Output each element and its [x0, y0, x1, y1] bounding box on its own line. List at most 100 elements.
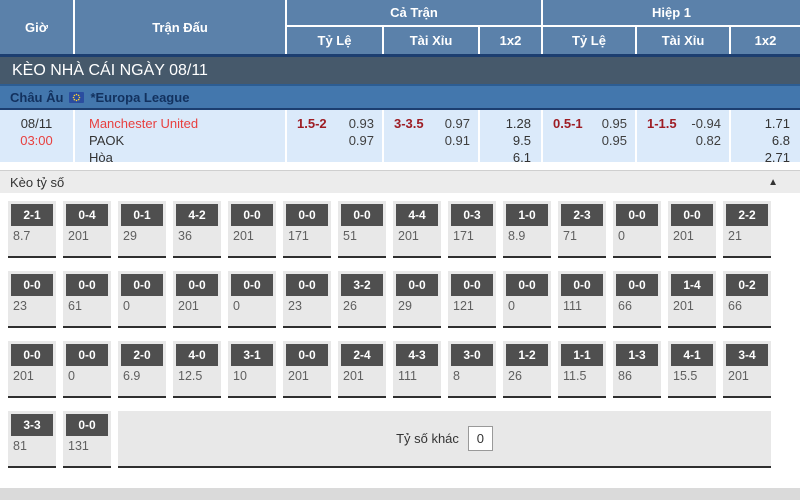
score-cell[interactable]: 0-0 171: [283, 201, 331, 258]
score-chip: 0-0: [341, 204, 383, 226]
score-odds: 201: [673, 299, 716, 313]
subcol-handicap-firsthalf: Tỷ Lệ: [543, 27, 637, 54]
score-odds: 201: [68, 229, 111, 243]
score-odds: 11.5: [563, 369, 606, 383]
score-odds: 0: [68, 369, 111, 383]
score-chip: 0-0: [11, 274, 53, 296]
score-cell[interactable]: 0-0 0: [63, 341, 111, 398]
score-cell[interactable]: 1-1 11.5: [558, 341, 606, 398]
score-chip: 0-0: [451, 274, 493, 296]
score-cell[interactable]: 4-0 12.5: [173, 341, 221, 398]
score-cell[interactable]: 0-0 0: [228, 271, 276, 328]
score-cell[interactable]: 0-0 121: [448, 271, 496, 328]
score-odds: 8: [453, 369, 496, 383]
score-cell[interactable]: 0-0 131: [63, 411, 111, 468]
score-chip: 1-4: [671, 274, 713, 296]
score-odds: 201: [398, 229, 441, 243]
score-odds: 81: [13, 439, 56, 453]
score-odds: 23: [288, 299, 331, 313]
score-cell[interactable]: 0-1 29: [118, 201, 166, 258]
score-cell[interactable]: 4-2 36: [173, 201, 221, 258]
score-cell[interactable]: 0-0 66: [613, 271, 661, 328]
score-cell[interactable]: 3-2 26: [338, 271, 386, 328]
app-root: { "table_header": { "time": "Giờ", "matc…: [0, 0, 800, 500]
score-cell[interactable]: 4-4 201: [393, 201, 441, 258]
score-cell[interactable]: 4-1 15.5: [668, 341, 716, 398]
score-odds: 201: [233, 229, 276, 243]
group-firsthalf-header: Hiệp 1: [543, 0, 800, 27]
firsthalf-over-odds[interactable]: -0.94: [691, 115, 721, 132]
fulltime-1x2-away[interactable]: 9.5: [480, 132, 531, 149]
score-odds: 171: [288, 229, 331, 243]
fulltime-1x2-home[interactable]: 1.28: [480, 115, 531, 132]
score-cell[interactable]: 0-0 23: [283, 271, 331, 328]
score-cell[interactable]: 0-3 171: [448, 201, 496, 258]
score-cell[interactable]: 0-0 61: [63, 271, 111, 328]
collapse-arrow-icon[interactable]: ▲: [768, 177, 778, 188]
fulltime-1x2-draw[interactable]: 6.1: [480, 149, 531, 166]
score-chip: 1-3: [616, 344, 658, 366]
score-cell[interactable]: 0-0 201: [228, 201, 276, 258]
score-cell[interactable]: 2-3 71: [558, 201, 606, 258]
score-odds: 111: [563, 299, 606, 313]
score-cell[interactable]: 3-4 201: [723, 341, 771, 398]
firsthalf-1x2-away[interactable]: 6.8: [731, 132, 790, 149]
score-chip: 0-0: [66, 344, 108, 366]
score-odds: 201: [728, 369, 771, 383]
score-cell[interactable]: 3-3 81: [8, 411, 56, 468]
fulltime-over-odds[interactable]: 0.97: [445, 115, 470, 132]
score-odds: 201: [673, 229, 716, 243]
score-cell[interactable]: 1-0 8.9: [503, 201, 551, 258]
score-chip: 4-2: [176, 204, 218, 226]
page-title: KÈO NHÀ CÁI NGÀY 08/11: [0, 57, 800, 86]
score-cell[interactable]: 1-2 26: [503, 341, 551, 398]
score-cell[interactable]: 3-1 10: [228, 341, 276, 398]
score-cell[interactable]: 0-0 0: [503, 271, 551, 328]
score-cell[interactable]: 0-0 0: [118, 271, 166, 328]
fulltime-under-odds[interactable]: 0.91: [445, 132, 470, 149]
score-cell[interactable]: 2-0 6.9: [118, 341, 166, 398]
score-odds: 86: [618, 369, 661, 383]
score-cell[interactable]: 0-0 201: [173, 271, 221, 328]
league-name: *Europa League: [90, 90, 189, 105]
score-odds: 121: [453, 299, 496, 313]
score-chip: 0-0: [231, 204, 273, 226]
score-odds: 26: [508, 369, 551, 383]
score-cell[interactable]: 2-2 21: [723, 201, 771, 258]
score-cell[interactable]: 0-0 0: [613, 201, 661, 258]
score-odds: 36: [178, 229, 221, 243]
score-cell[interactable]: 0-4 201: [63, 201, 111, 258]
score-odds: 71: [563, 229, 606, 243]
firsthalf-handicap-odds-away[interactable]: 0.95: [602, 132, 627, 149]
score-cell[interactable]: 1-3 86: [613, 341, 661, 398]
firsthalf-handicap-odds-home[interactable]: 0.95: [602, 115, 627, 132]
score-cell[interactable]: 2-1 8.7: [8, 201, 56, 258]
score-cell[interactable]: 0-2 66: [723, 271, 771, 328]
score-cell[interactable]: 2-4 201: [338, 341, 386, 398]
score-chip: 0-0: [616, 274, 658, 296]
score-cell[interactable]: 0-0 29: [393, 271, 441, 328]
score-chip: 0-0: [561, 274, 603, 296]
firsthalf-1x2-cell: 1.71 6.8 2.71: [731, 110, 800, 166]
fulltime-handicap-odds-home[interactable]: 0.93: [349, 115, 374, 132]
score-cell[interactable]: 0-0 111: [558, 271, 606, 328]
score-cell[interactable]: 3-0 8: [448, 341, 496, 398]
fulltime-handicap-odds-away[interactable]: 0.97: [349, 132, 374, 149]
score-cell[interactable]: 0-0 201: [283, 341, 331, 398]
col-match-header: Trận Đấu: [75, 0, 287, 54]
score-cell[interactable]: 1-4 201: [668, 271, 716, 328]
score-cell[interactable]: 0-0 201: [668, 201, 716, 258]
other-score-input[interactable]: [468, 426, 493, 451]
firsthalf-1x2-home[interactable]: 1.71: [731, 115, 790, 132]
score-cell[interactable]: 0-0 23: [8, 271, 56, 328]
match-time: 03:00: [0, 132, 73, 149]
score-chip: 2-2: [726, 204, 768, 226]
score-cell[interactable]: 0-0 201: [8, 341, 56, 398]
firsthalf-1x2-draw[interactable]: 2.71: [731, 149, 790, 166]
eu-flag-icon: [69, 92, 84, 103]
score-odds: 29: [398, 299, 441, 313]
score-cell[interactable]: 0-0 51: [338, 201, 386, 258]
score-chip: 0-4: [66, 204, 108, 226]
firsthalf-under-odds[interactable]: 0.82: [691, 132, 721, 149]
score-cell[interactable]: 4-3 111: [393, 341, 441, 398]
